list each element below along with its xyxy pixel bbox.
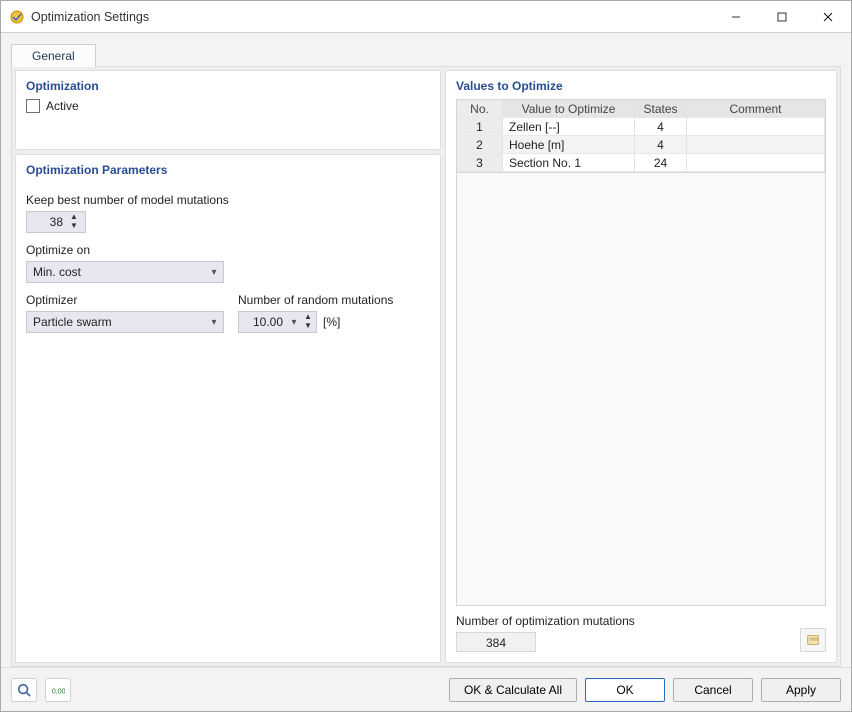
random-mutations-unit: [%] (323, 311, 340, 333)
app-icon (9, 9, 25, 25)
close-button[interactable] (805, 1, 851, 32)
random-mutations-input[interactable]: 10.00 ▾ ▲ ▼ (238, 311, 317, 333)
units-button[interactable]: 0,00 (45, 678, 71, 702)
svg-text:0,00: 0,00 (52, 688, 65, 695)
left-column: Optimization Active Optimization Paramet… (15, 70, 441, 663)
window-title: Optimization Settings (31, 10, 713, 24)
optimizer-value: Particle swarm (27, 315, 205, 329)
titlebar: Optimization Settings (1, 1, 851, 33)
active-label: Active (46, 99, 79, 113)
panel-values: Values to Optimize No. Value to Optimize… (445, 70, 837, 663)
panel-parameters: Optimization Parameters Keep best number… (15, 154, 441, 663)
maximize-button[interactable] (759, 1, 805, 32)
active-field: Active (26, 99, 430, 113)
spinner-down-icon[interactable]: ▼ (67, 221, 81, 230)
content-area: Optimization Active Optimization Paramet… (11, 66, 841, 667)
optimize-on-combo[interactable]: Min. cost ▾ (26, 261, 224, 283)
cancel-button[interactable]: Cancel (673, 678, 753, 702)
apply-button[interactable]: Apply (761, 678, 841, 702)
keep-best-value: 38 (27, 215, 67, 229)
ok-calculate-all-button[interactable]: OK & Calculate All (449, 678, 577, 702)
body: General Optimization Active Optimization… (1, 33, 851, 711)
panel-parameters-title: Optimization Parameters (26, 163, 430, 183)
tabstrip: General (1, 33, 851, 66)
help-button[interactable] (11, 678, 37, 702)
chevron-down-icon: ▾ (205, 267, 223, 278)
random-mutations-value: 10.00 (239, 315, 287, 329)
active-checkbox[interactable] (26, 99, 40, 113)
hdr-no: No. (457, 100, 503, 117)
optimizer-label: Optimizer (26, 283, 238, 311)
spinner-up-icon[interactable]: ▲ (301, 312, 315, 321)
panel-values-title: Values to Optimize (456, 79, 826, 99)
panel-optimization-title: Optimization (26, 79, 430, 99)
chevron-down-icon: ▾ (287, 317, 301, 328)
ok-button[interactable]: OK (585, 678, 665, 702)
table-header-row: No. Value to Optimize States Comment (457, 100, 825, 118)
mutations-label: Number of optimization mutations (456, 614, 635, 628)
table-row[interactable]: 3 Section No. 1 24 (457, 154, 825, 172)
panel-optimization: Optimization Active (15, 70, 441, 150)
hdr-value: Value to Optimize (503, 100, 635, 117)
random-mutations-label: Number of random mutations (238, 283, 393, 311)
table-row[interactable]: 1 Zellen [--] 4 (457, 118, 825, 136)
mutations-readout: 384 (456, 632, 536, 652)
optimization-settings-window: Optimization Settings General Optimizati… (0, 0, 852, 712)
tab-general[interactable]: General (11, 44, 96, 67)
keep-best-label: Keep best number of model mutations (26, 183, 430, 211)
spinner-down-icon[interactable]: ▼ (301, 321, 315, 330)
optimize-on-value: Min. cost (27, 265, 205, 279)
values-table: No. Value to Optimize States Comment 1 Z… (456, 99, 826, 606)
table-row[interactable]: 2 Hoehe [m] 4 (457, 136, 825, 154)
mutations-field: Number of optimization mutations 384 (456, 614, 635, 652)
table-empty-area (456, 173, 826, 606)
right-column: Values to Optimize No. Value to Optimize… (445, 70, 837, 663)
footer: 0,00 OK & Calculate All OK Cancel Apply (1, 667, 851, 711)
optimizer-combo[interactable]: Particle swarm ▾ (26, 311, 224, 333)
minimize-button[interactable] (713, 1, 759, 32)
window-controls (713, 1, 851, 32)
hdr-comment: Comment (687, 100, 825, 117)
keep-best-spinner[interactable]: 38 ▲ ▼ (26, 211, 86, 233)
spinner-up-icon[interactable]: ▲ (67, 212, 81, 221)
optimize-on-label: Optimize on (26, 233, 430, 261)
hdr-states: States (635, 100, 687, 117)
chevron-down-icon: ▾ (205, 317, 223, 328)
edit-sections-button[interactable] (800, 628, 826, 652)
